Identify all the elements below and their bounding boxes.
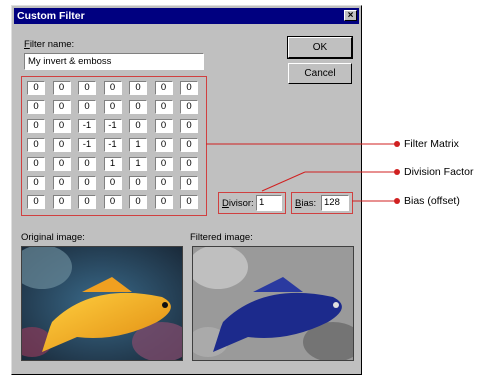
division-factor-callout: Division Factor xyxy=(404,166,474,178)
bias-offset-callout: Bias (offset) xyxy=(404,195,460,207)
callout-lines xyxy=(206,143,397,202)
divisor-callout-line-a xyxy=(261,171,306,192)
bias-callout-dot xyxy=(394,198,400,204)
matrix-callout-dot xyxy=(394,141,400,147)
divisor-callout-dot xyxy=(394,169,400,175)
filter-matrix-callout: Filter Matrix xyxy=(404,138,459,150)
